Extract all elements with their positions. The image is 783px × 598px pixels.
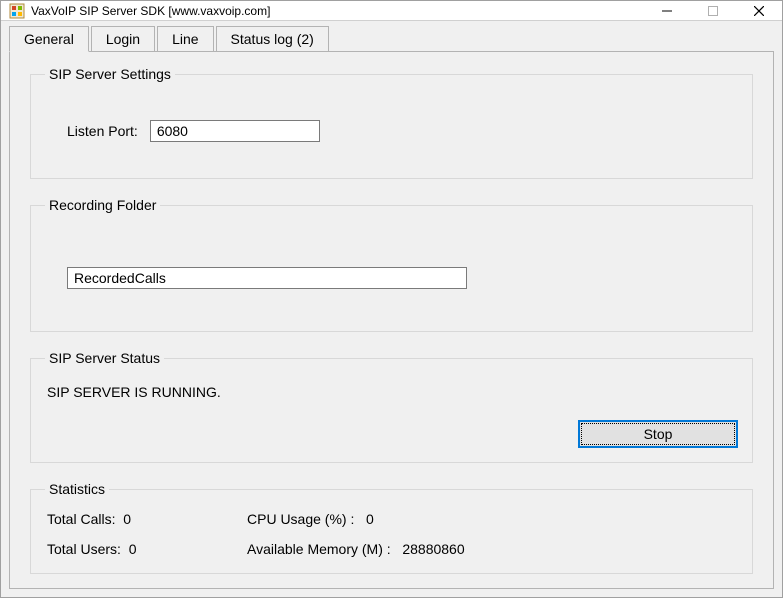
app-icon <box>9 3 25 19</box>
group-sip-server-status: SIP Server Status SIP SERVER IS RUNNING.… <box>30 350 753 463</box>
legend-recording-folder: Recording Folder <box>45 197 160 213</box>
window-title: VaxVoIP SIP Server SDK [www.vaxvoip.com] <box>31 4 644 18</box>
legend-sip-server-settings: SIP Server Settings <box>45 66 175 82</box>
cpu-usage-label: CPU Usage (%) : <box>247 511 354 527</box>
client-area: General Login Line Status log (2) SIP Se… <box>1 21 782 597</box>
available-memory-label: Available Memory (M) : <box>247 541 391 557</box>
group-sip-server-settings: SIP Server Settings Listen Port: <box>30 66 753 179</box>
total-users-value: 0 <box>129 541 137 557</box>
total-calls: Total Calls: 0 <box>47 511 247 527</box>
group-statistics: Statistics Total Calls: 0 CPU Usage (%) … <box>30 481 753 574</box>
recording-folder-input[interactable] <box>67 267 467 289</box>
server-status-text: SIP SERVER IS RUNNING. <box>47 384 738 400</box>
titlebar: VaxVoIP SIP Server SDK [www.vaxvoip.com] <box>1 1 782 21</box>
group-recording-folder: Recording Folder <box>30 197 753 332</box>
close-button[interactable] <box>736 1 782 20</box>
tab-status-log[interactable]: Status log (2) <box>216 26 329 51</box>
tab-general[interactable]: General <box>9 26 89 52</box>
tab-login[interactable]: Login <box>91 26 155 51</box>
tab-strip: General Login Line Status log (2) <box>9 25 774 51</box>
total-calls-label: Total Calls: <box>47 511 115 527</box>
stop-button[interactable]: Stop <box>578 420 738 448</box>
available-memory: Available Memory (M) : 28880860 <box>247 541 736 557</box>
minimize-button[interactable] <box>644 1 690 20</box>
maximize-button[interactable] <box>690 1 736 20</box>
listen-port-label: Listen Port: <box>67 123 138 139</box>
total-users: Total Users: 0 <box>47 541 247 557</box>
app-window: VaxVoIP SIP Server SDK [www.vaxvoip.com]… <box>0 0 783 598</box>
legend-sip-server-status: SIP Server Status <box>45 350 164 366</box>
legend-statistics: Statistics <box>45 481 109 497</box>
tab-page-general: SIP Server Settings Listen Port: Recordi… <box>9 51 774 589</box>
listen-port-input[interactable] <box>150 120 320 142</box>
total-users-label: Total Users: <box>47 541 121 557</box>
cpu-usage-value: 0 <box>366 511 374 527</box>
total-calls-value: 0 <box>123 511 131 527</box>
cpu-usage: CPU Usage (%) : 0 <box>247 511 736 527</box>
available-memory-value: 28880860 <box>402 541 464 557</box>
window-buttons <box>644 1 782 20</box>
tab-line[interactable]: Line <box>157 26 213 51</box>
